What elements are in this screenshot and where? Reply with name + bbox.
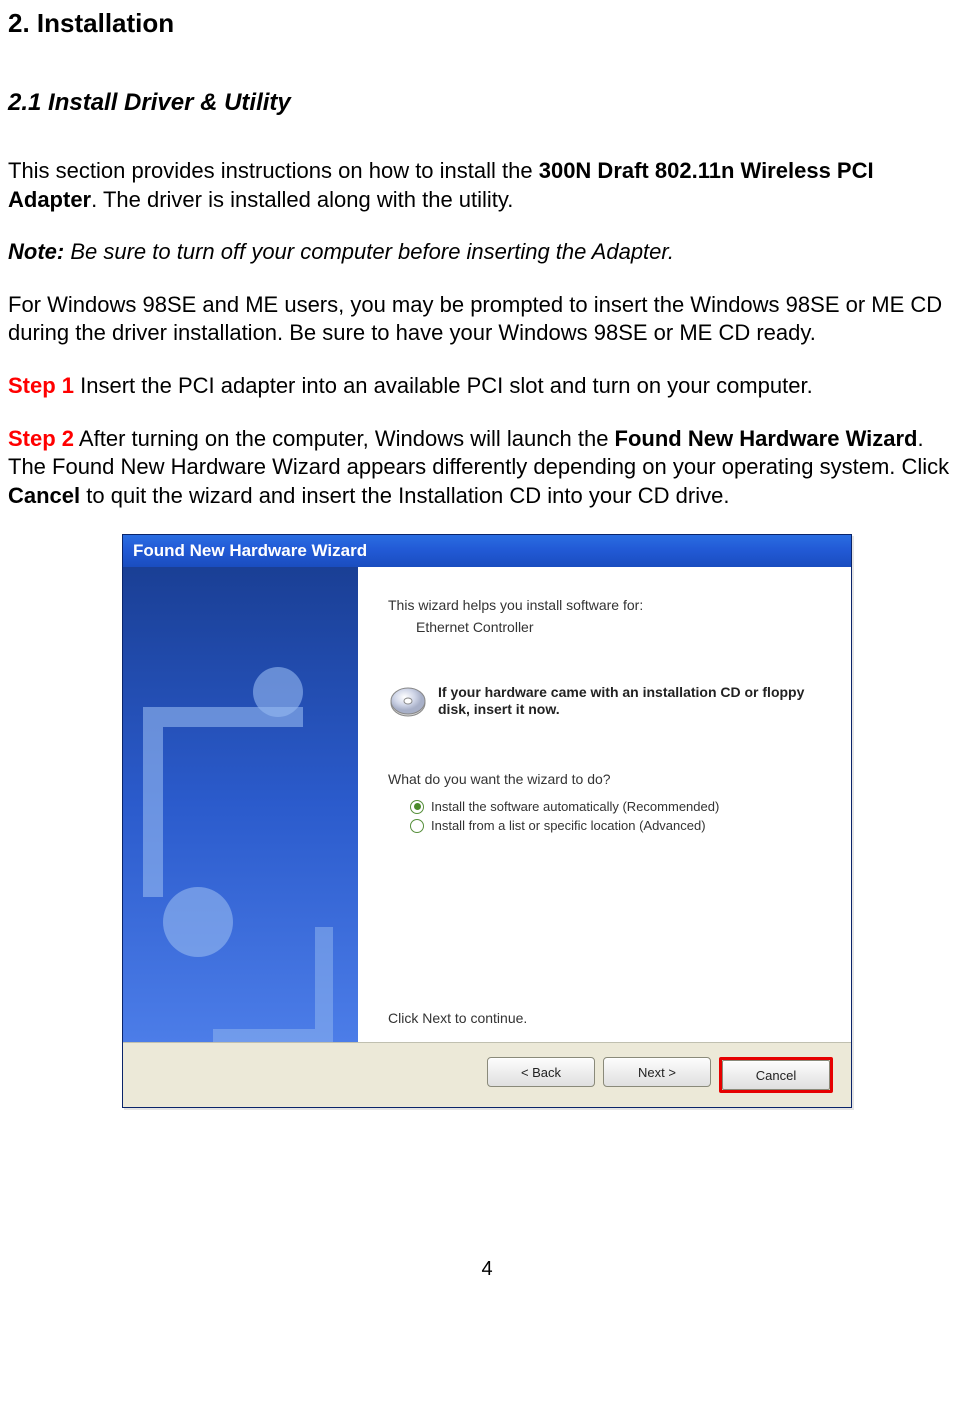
win98-paragraph: For Windows 98SE and ME users, you may b… bbox=[8, 291, 966, 348]
intro-paragraph: This section provides instructions on ho… bbox=[8, 157, 966, 214]
wizard-right-panel: This wizard helps you install software f… bbox=[358, 567, 851, 1042]
wizard-screenshot: Found New Hardware Wizard This wizard he… bbox=[8, 534, 966, 1108]
wizard-title: Found New Hardware Wizard bbox=[133, 541, 367, 561]
step1-text: Insert the PCI adapter into an available… bbox=[74, 373, 813, 398]
wizard-window: Found New Hardware Wizard This wizard he… bbox=[122, 534, 852, 1108]
radio-label-advanced: Install from a list or specific location… bbox=[431, 818, 706, 833]
step2-text-a: After turning on the computer, Windows w… bbox=[74, 426, 615, 451]
radio-option-advanced[interactable]: Install from a list or specific location… bbox=[410, 818, 821, 833]
wizard-titlebar[interactable]: Found New Hardware Wizard bbox=[123, 535, 851, 567]
radio-option-auto[interactable]: Install the software automatically (Reco… bbox=[410, 799, 821, 814]
wizard-continue-text: Click Next to continue. bbox=[388, 1010, 821, 1026]
wizard-cd-row: If your hardware came with an installati… bbox=[388, 681, 821, 721]
intro-text-post: . The driver is installed along with the… bbox=[91, 187, 513, 212]
wizard-cd-text: If your hardware came with an installati… bbox=[438, 684, 821, 719]
note-label: Note: bbox=[8, 239, 64, 264]
step1-paragraph: Step 1 Insert the PCI adapter into an av… bbox=[8, 372, 966, 401]
step1-label: Step 1 bbox=[8, 373, 74, 398]
step2-bold1: Found New Hardware Wizard bbox=[615, 426, 918, 451]
step2-bold2: Cancel bbox=[8, 483, 80, 508]
wizard-body: This wizard helps you install software f… bbox=[123, 567, 851, 1042]
cancel-button[interactable]: Cancel bbox=[722, 1060, 830, 1090]
next-button[interactable]: Next > bbox=[603, 1057, 711, 1087]
back-button[interactable]: < Back bbox=[487, 1057, 595, 1087]
step2-text-c: to quit the wizard and insert the Instal… bbox=[80, 483, 729, 508]
wizard-device-name: Ethernet Controller bbox=[416, 619, 821, 635]
page-number: 4 bbox=[8, 1258, 966, 1281]
wizard-prompt: What do you want the wizard to do? bbox=[388, 771, 821, 787]
radio-label-auto: Install the software automatically (Reco… bbox=[431, 799, 719, 814]
note-text: Be sure to turn off your computer before… bbox=[64, 239, 674, 264]
wizard-help-text: This wizard helps you install software f… bbox=[388, 597, 821, 613]
wizard-left-panel bbox=[123, 567, 358, 1042]
step2-label: Step 2 bbox=[8, 426, 74, 451]
section-heading: 2. Installation bbox=[8, 8, 966, 39]
note-paragraph: Note: Be sure to turn off your computer … bbox=[8, 238, 966, 267]
step2-paragraph: Step 2 After turning on the computer, Wi… bbox=[8, 425, 966, 511]
wizard-decoration bbox=[123, 607, 358, 1027]
subsection-heading: 2.1 Install Driver & Utility bbox=[8, 89, 966, 117]
cd-icon bbox=[388, 681, 428, 721]
wizard-button-bar: < Back Next > Cancel bbox=[123, 1042, 851, 1107]
wizard-radio-group: Install the software automatically (Reco… bbox=[410, 799, 821, 837]
cancel-highlight-box: Cancel bbox=[719, 1057, 833, 1093]
radio-checked-icon bbox=[410, 800, 424, 814]
intro-text-pre: This section provides instructions on ho… bbox=[8, 158, 539, 183]
radio-unchecked-icon bbox=[410, 819, 424, 833]
